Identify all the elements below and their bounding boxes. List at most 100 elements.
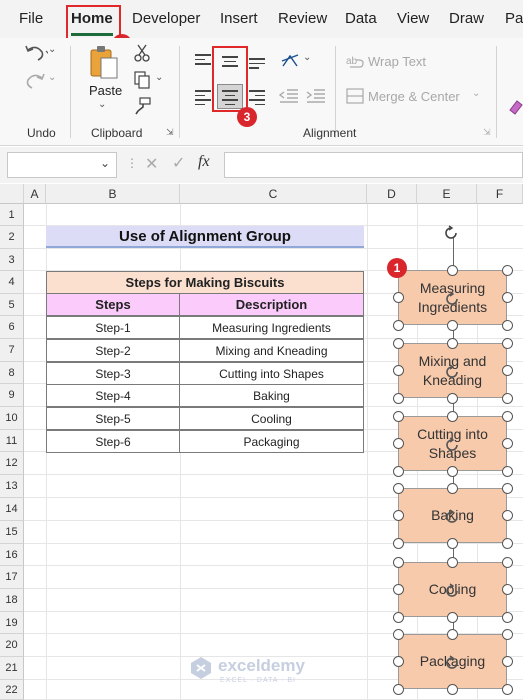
- resize-handle[interactable]: [501, 656, 513, 667]
- name-box-dropdown-icon[interactable]: ⌄: [100, 156, 110, 170]
- resize-handle[interactable]: [501, 584, 513, 595]
- resize-handle[interactable]: [392, 683, 404, 695]
- alignment-launcher-icon[interactable]: ⇲: [483, 127, 491, 138]
- resize-handle[interactable]: [501, 337, 513, 349]
- resize-handle[interactable]: [392, 410, 404, 422]
- resize-handle[interactable]: [447, 683, 458, 695]
- select-all-corner[interactable]: [0, 184, 24, 204]
- row-header[interactable]: 16: [0, 544, 24, 566]
- clear-icon[interactable]: [508, 98, 523, 116]
- resize-handle[interactable]: [447, 628, 458, 640]
- resize-handle[interactable]: [392, 611, 404, 623]
- cut-icon[interactable]: [134, 44, 150, 62]
- merge-center-button[interactable]: Merge & Center: [368, 89, 460, 104]
- enter-icon[interactable]: ✓: [172, 153, 185, 173]
- resize-handle[interactable]: [392, 365, 404, 376]
- redo-icon[interactable]: [22, 70, 48, 92]
- resize-handle[interactable]: [501, 264, 513, 276]
- tab-insert[interactable]: Insert: [220, 10, 258, 27]
- undo-dropdown-icon[interactable]: ⌄: [48, 44, 56, 55]
- resize-handle[interactable]: [392, 337, 404, 349]
- resize-handle[interactable]: [447, 611, 458, 623]
- tab-file[interactable]: File: [19, 10, 43, 27]
- resize-handle[interactable]: [447, 537, 458, 549]
- resize-handle[interactable]: [447, 337, 458, 349]
- formula-input[interactable]: [224, 152, 523, 178]
- row-header[interactable]: 21: [0, 657, 24, 680]
- tab-draw[interactable]: Draw: [449, 10, 484, 27]
- rotate-handle-icon[interactable]: [444, 363, 460, 380]
- merge-dropdown-icon[interactable]: ⌄: [472, 88, 480, 99]
- decrease-indent-icon[interactable]: [279, 88, 299, 104]
- resize-handle[interactable]: [392, 537, 404, 549]
- resize-handle[interactable]: [392, 292, 404, 303]
- column-header-c[interactable]: C: [180, 184, 367, 204]
- rotate-handle-icon[interactable]: [444, 290, 460, 307]
- resize-handle[interactable]: [501, 319, 513, 331]
- row-header[interactable]: 12: [0, 452, 24, 475]
- resize-handle[interactable]: [447, 465, 458, 477]
- resize-handle[interactable]: [447, 410, 458, 422]
- tab-review[interactable]: Review: [278, 10, 327, 27]
- resize-handle[interactable]: [501, 482, 513, 494]
- row-header[interactable]: 11: [0, 430, 24, 452]
- rotate-handle-icon[interactable]: [443, 225, 459, 241]
- increase-indent-icon[interactable]: [306, 88, 326, 104]
- resize-handle[interactable]: [447, 556, 458, 568]
- resize-handle[interactable]: [501, 683, 513, 695]
- row-header[interactable]: 17: [0, 566, 24, 589]
- row-header[interactable]: 6: [0, 316, 24, 339]
- row-header[interactable]: 8: [0, 362, 24, 384]
- resize-handle[interactable]: [501, 628, 513, 640]
- orientation-icon[interactable]: [280, 52, 302, 70]
- row-header[interactable]: 18: [0, 589, 24, 612]
- rotate-handle-icon[interactable]: [444, 582, 460, 599]
- row-header[interactable]: 10: [0, 407, 24, 430]
- resize-handle[interactable]: [501, 556, 513, 568]
- resize-handle[interactable]: [392, 482, 404, 494]
- resize-handle[interactable]: [501, 510, 513, 521]
- resize-handle[interactable]: [501, 611, 513, 623]
- resize-handle[interactable]: [392, 510, 404, 521]
- redo-dropdown-icon[interactable]: ⌄: [48, 72, 56, 83]
- resize-handle[interactable]: [392, 656, 404, 667]
- resize-handle[interactable]: [501, 537, 513, 549]
- name-box[interactable]: ⌄: [7, 152, 117, 178]
- undo-icon[interactable]: [22, 42, 48, 64]
- copy-icon[interactable]: [133, 71, 151, 89]
- row-header[interactable]: 9: [0, 384, 24, 407]
- resize-handle[interactable]: [501, 392, 513, 404]
- resize-handle[interactable]: [501, 292, 513, 303]
- row-header[interactable]: 7: [0, 339, 24, 362]
- column-header-f[interactable]: F: [477, 184, 523, 204]
- resize-handle[interactable]: [447, 482, 458, 494]
- row-header[interactable]: 13: [0, 475, 24, 498]
- resize-handle[interactable]: [501, 465, 513, 477]
- resize-handle[interactable]: [447, 264, 458, 276]
- insert-function-button[interactable]: fx: [198, 153, 210, 171]
- resize-handle[interactable]: [392, 438, 404, 449]
- align-left-icon[interactable]: [195, 90, 211, 105]
- column-header-b[interactable]: B: [46, 184, 180, 204]
- paste-icon[interactable]: [88, 44, 120, 80]
- clipboard-launcher-icon[interactable]: ⇲: [166, 127, 174, 138]
- orientation-dropdown-icon[interactable]: ⌄: [303, 52, 311, 63]
- row-header[interactable]: 3: [0, 249, 24, 271]
- format-painter-icon[interactable]: [133, 97, 151, 115]
- row-header[interactable]: 2: [0, 226, 24, 249]
- resize-handle[interactable]: [392, 392, 404, 404]
- align-bottom-icon[interactable]: [249, 58, 265, 72]
- wrap-text-icon[interactable]: ab: [346, 53, 364, 69]
- rotate-handle-icon[interactable]: [444, 654, 460, 671]
- tab-data[interactable]: Data: [345, 10, 377, 27]
- resize-handle[interactable]: [501, 365, 513, 376]
- resize-handle[interactable]: [392, 628, 404, 640]
- resize-handle[interactable]: [392, 584, 404, 595]
- align-top-icon[interactable]: [195, 54, 211, 68]
- resize-handle[interactable]: [392, 556, 404, 568]
- cancel-icon[interactable]: ✕: [145, 154, 158, 174]
- resize-handle[interactable]: [392, 319, 404, 331]
- row-header[interactable]: 20: [0, 634, 24, 657]
- resize-handle[interactable]: [447, 392, 458, 404]
- row-header[interactable]: 4: [0, 271, 24, 294]
